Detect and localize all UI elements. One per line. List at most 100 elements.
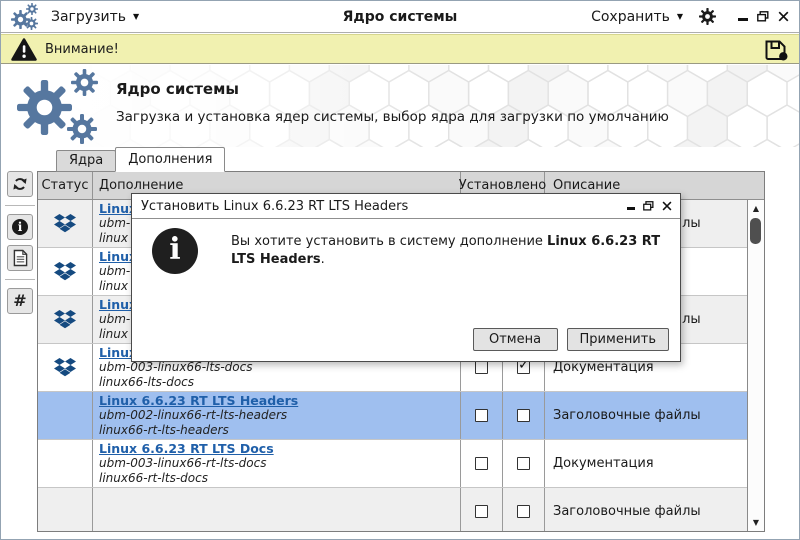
addon-short-id: linux bbox=[99, 327, 128, 341]
dialog-info-icon: i bbox=[152, 228, 198, 274]
cancel-button[interactable]: Отмена bbox=[472, 328, 558, 351]
info-button[interactable]: i bbox=[7, 214, 33, 240]
description-cell: Заголовочные файлы bbox=[553, 504, 701, 519]
checkbox-cell bbox=[461, 440, 503, 487]
addon-short-id: linux bbox=[99, 231, 128, 245]
dropbox-icon bbox=[54, 214, 76, 234]
apply-button[interactable]: Применить bbox=[566, 328, 669, 351]
warning-icon bbox=[11, 37, 37, 61]
installed-checkbox[interactable] bbox=[475, 457, 488, 470]
status-cell bbox=[38, 200, 93, 247]
chevron-down-icon: ▼ bbox=[676, 12, 683, 21]
installed-checkbox[interactable] bbox=[475, 505, 488, 518]
dialog-close-button[interactable] bbox=[662, 201, 672, 211]
floppy-save-icon bbox=[765, 40, 788, 61]
checkbox-cell bbox=[503, 440, 545, 487]
addon-package-id: ubm- bbox=[99, 264, 131, 278]
app-gears-icon bbox=[11, 2, 38, 30]
dialog-minimize-button[interactable] bbox=[627, 207, 635, 210]
dialog-title: Установить Linux 6.6.23 RT LTS Headers bbox=[141, 198, 409, 214]
settings-gear-icon[interactable] bbox=[699, 8, 716, 25]
checkbox-cell bbox=[461, 392, 503, 439]
hero-header: Ядро системы Загрузка и установка ядер с… bbox=[1, 65, 799, 147]
refresh-button[interactable] bbox=[7, 171, 33, 197]
addon-package-id: ubm-003-linux66-lts-docs bbox=[99, 360, 253, 374]
dialog-titlebar: Установить Linux 6.6.23 RT LTS Headers bbox=[132, 194, 680, 219]
install-dialog: Установить Linux 6.6.23 RT LTS Headers i… bbox=[131, 193, 681, 362]
scroll-down-button[interactable]: ▼ bbox=[748, 515, 764, 530]
minimize-button[interactable] bbox=[738, 18, 748, 21]
dialog-message-period: . bbox=[320, 252, 325, 267]
save-menu-label: Сохранить bbox=[591, 8, 670, 25]
status-cell bbox=[38, 488, 93, 531]
table-row[interactable]: Linux 6.6.23 RT LTS Headers ubm-002-linu… bbox=[38, 392, 747, 440]
addon-package-id: ubm- bbox=[99, 312, 131, 326]
tab-bar: Ядра Дополнения bbox=[56, 147, 226, 172]
dialog-restore-button[interactable] bbox=[643, 201, 654, 211]
warning-bar: Внимание! bbox=[1, 34, 799, 64]
dropbox-icon bbox=[54, 358, 76, 378]
installed-checkbox[interactable] bbox=[475, 361, 488, 374]
titlebar: Загрузить ▼ Ядро системы Сохранить ▼ bbox=[1, 1, 799, 33]
load-menu[interactable]: Загрузить ▼ bbox=[51, 9, 139, 25]
addon-short-id: linux66-lts-docs bbox=[99, 375, 195, 389]
document-icon bbox=[13, 249, 27, 267]
addon-name-link[interactable]: Linux 6.6.23 RT LTS Headers bbox=[99, 393, 298, 408]
document-button[interactable] bbox=[7, 245, 33, 271]
dialog-message-text: Вы хотите установить в систему дополнени… bbox=[231, 234, 548, 249]
sidebar: i # bbox=[4, 171, 36, 319]
status-cell bbox=[38, 392, 93, 439]
table-row[interactable]: Заголовочные файлы bbox=[38, 488, 747, 531]
dropbox-icon bbox=[54, 262, 76, 282]
hero-gears-icon bbox=[17, 69, 98, 144]
status-cell bbox=[38, 296, 93, 343]
status-cell bbox=[38, 440, 93, 487]
sidebar-divider bbox=[5, 205, 35, 206]
checkbox-cell bbox=[503, 488, 545, 531]
restore-button[interactable] bbox=[757, 11, 769, 22]
app-window: Загрузить ▼ Ядро системы Сохранить ▼ Вни… bbox=[0, 0, 800, 540]
close-button[interactable] bbox=[778, 11, 789, 22]
page-title: Ядро системы bbox=[116, 80, 239, 98]
sidebar-divider bbox=[5, 279, 35, 280]
save-file-button[interactable] bbox=[763, 37, 789, 61]
scroll-up-button[interactable]: ▲ bbox=[748, 201, 764, 216]
chevron-down-icon: ▼ bbox=[133, 12, 140, 21]
checkbox-cell bbox=[503, 392, 545, 439]
hash-button[interactable]: # bbox=[7, 288, 33, 314]
table-row[interactable]: Linux 6.6.23 RT LTS Docs ubm-003-linux66… bbox=[38, 440, 747, 488]
refresh-icon bbox=[13, 178, 27, 190]
page-subtitle: Загрузка и установка ядер системы, выбор… bbox=[116, 109, 669, 125]
info-icon: i bbox=[12, 219, 28, 235]
addon-short-id: linux66-rt-lts-headers bbox=[99, 423, 229, 437]
installed-checkbox[interactable] bbox=[517, 357, 530, 374]
addon-package-id: ubm-002-linux66-rt-lts-headers bbox=[99, 408, 288, 422]
installed-checkbox[interactable] bbox=[517, 409, 530, 422]
table-scrollbar[interactable]: ▲ ▼ bbox=[747, 200, 764, 531]
installed-checkbox[interactable] bbox=[475, 409, 488, 422]
status-cell bbox=[38, 344, 93, 391]
description-cell: Документация bbox=[553, 456, 654, 471]
save-menu[interactable]: Сохранить ▼ bbox=[591, 9, 683, 25]
tab-addons[interactable]: Дополнения bbox=[115, 147, 226, 172]
addon-package-id: ubm-003-linux66-rt-lts-docs bbox=[99, 456, 267, 470]
addon-cell: Linux 6.6.23 RT LTS Headers ubm-002-linu… bbox=[93, 392, 461, 439]
column-header-status[interactable]: Статус bbox=[38, 172, 93, 199]
hash-icon: # bbox=[13, 291, 27, 310]
installed-checkbox[interactable] bbox=[517, 457, 530, 470]
status-cell bbox=[38, 248, 93, 295]
tab-kernels[interactable]: Ядра bbox=[56, 150, 117, 172]
dialog-body: i Вы хотите установить в систему дополне… bbox=[132, 219, 680, 274]
load-menu-label: Загрузить bbox=[51, 8, 127, 25]
addon-name-link[interactable]: Linux 6.6.23 RT LTS Docs bbox=[99, 441, 274, 456]
addon-short-id: linux66-rt-lts-docs bbox=[99, 471, 208, 485]
description-cell: Заголовочные файлы bbox=[553, 408, 701, 423]
dropbox-icon bbox=[54, 310, 76, 330]
addon-cell: Linux 6.6.23 RT LTS Docs ubm-003-linux66… bbox=[93, 440, 461, 487]
addon-cell bbox=[93, 488, 461, 531]
checkbox-cell bbox=[461, 488, 503, 531]
warning-label: Внимание! bbox=[45, 41, 119, 57]
scroll-thumb[interactable] bbox=[750, 218, 761, 244]
dialog-message: Вы хотите установить в систему дополнени… bbox=[231, 233, 664, 269]
installed-checkbox[interactable] bbox=[517, 505, 530, 518]
